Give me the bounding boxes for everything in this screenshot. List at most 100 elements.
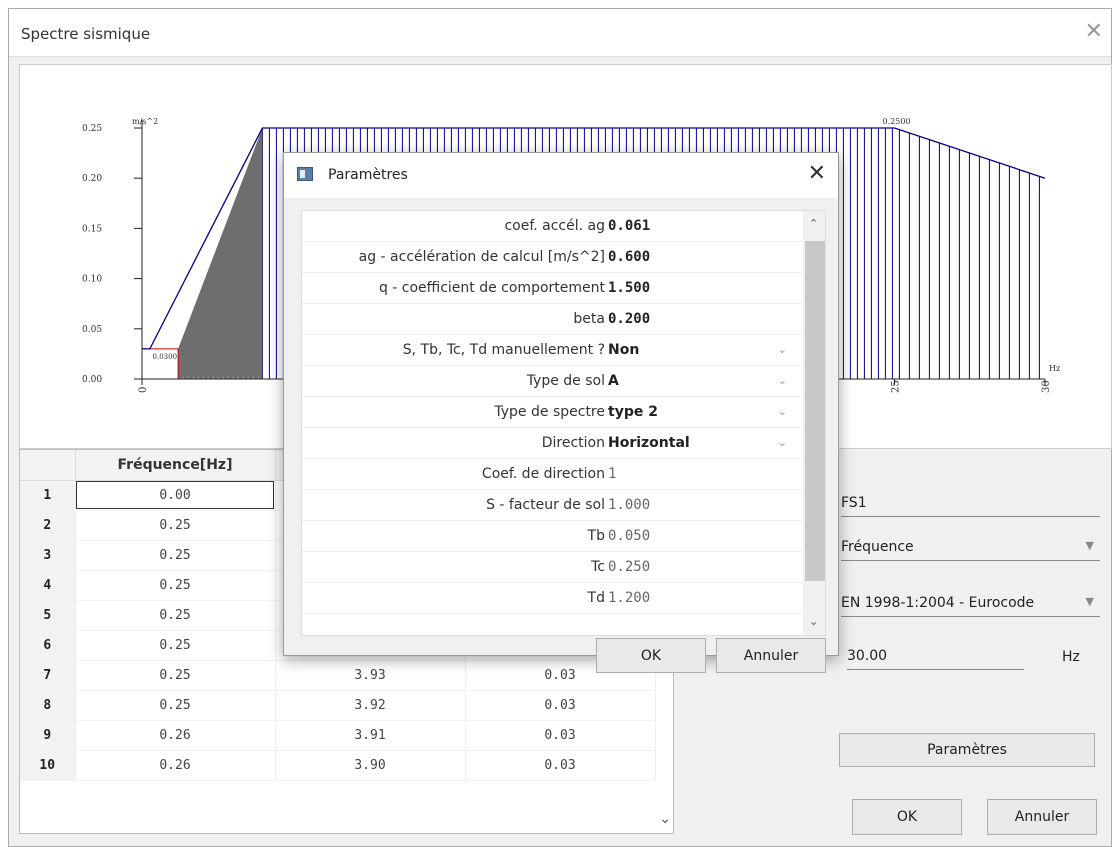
frequency-cell[interactable]: 0.25: [75, 600, 276, 631]
value-cell-2[interactable]: 3.91: [275, 720, 466, 751]
x-tick-label: 25: [891, 380, 902, 393]
row-number[interactable]: 4: [20, 570, 76, 601]
row-number[interactable]: 1: [20, 480, 76, 511]
parameter-row[interactable]: ag - accélération de calcul [m/s^2] 0.600: [302, 242, 802, 273]
parameter-row[interactable]: S - facteur de sol 1.000: [302, 490, 802, 521]
name-value: FS1: [841, 495, 867, 511]
chevron-down-icon[interactable]: ⌄: [778, 436, 787, 449]
parameter-row[interactable]: Td 1.200: [302, 583, 802, 614]
close-icon[interactable]: ✕: [1085, 19, 1103, 44]
parameter-row[interactable]: q - coefficient de comportement 1.500: [302, 273, 802, 304]
code-value: EN 1998-1:2004 - Eurocode: [841, 595, 1035, 611]
dialog-app-icon: [297, 167, 313, 181]
max-frequency-value: 30.00: [847, 648, 888, 664]
frequency-cell[interactable]: 0.25: [75, 690, 276, 721]
parameters-button[interactable]: Paramètres: [839, 733, 1095, 767]
table-row[interactable]: 8 0.25 3.92 0.03: [20, 690, 656, 721]
parameter-label: coef. accél. ag: [504, 218, 605, 234]
parameter-label: S - facteur de sol: [486, 497, 605, 513]
dialog-cancel-button[interactable]: Annuler: [716, 638, 826, 673]
dialog-ok-button[interactable]: OK: [596, 638, 706, 673]
ok-button[interactable]: OK: [852, 799, 962, 835]
parameter-row[interactable]: Tb 0.050: [302, 521, 802, 552]
parameter-value[interactable]: 0.600: [608, 249, 650, 265]
frequency-cell[interactable]: 0.26: [75, 750, 276, 781]
value-cell-2[interactable]: 3.93: [275, 660, 466, 691]
title-bar: Spectre sismique ✕: [9, 9, 1111, 57]
frequency-cell[interactable]: 0.00: [75, 480, 276, 511]
row-number[interactable]: 9: [20, 720, 76, 751]
scroll-down-icon[interactable]: ⌄: [809, 615, 818, 628]
row-number[interactable]: 2: [20, 510, 76, 541]
frequency-cell[interactable]: 0.25: [75, 540, 276, 571]
parameter-label: ag - accélération de calcul [m/s^2]: [358, 249, 605, 265]
x-tick-label: 30: [1041, 380, 1052, 393]
parameter-label: Coef. de direction: [481, 466, 605, 482]
name-field[interactable]: FS1: [841, 491, 1100, 517]
parameter-value: 1.000: [608, 497, 651, 513]
parameter-label: beta: [573, 311, 605, 327]
row-number[interactable]: 6: [20, 630, 76, 661]
col-header-frequency[interactable]: Fréquence[Hz]: [75, 450, 276, 481]
parameter-value[interactable]: 1.500: [608, 280, 650, 296]
row-number[interactable]: 8: [20, 690, 76, 721]
close-icon[interactable]: ✕: [808, 161, 826, 186]
parameter-value[interactable]: Non: [608, 342, 639, 358]
parameter-value[interactable]: 0.061: [608, 218, 650, 234]
table-row[interactable]: 10 0.26 3.90 0.03: [20, 750, 656, 781]
row-number[interactable]: 3: [20, 540, 76, 571]
frequency-unit: Hz: [1062, 649, 1080, 665]
y-tick-label: 0.15: [82, 224, 102, 234]
value-cell-3[interactable]: 0.03: [465, 690, 656, 721]
peak-annotation: 0.2500: [883, 117, 911, 126]
chevron-down-icon: ▼: [1085, 595, 1094, 608]
chevron-down-icon[interactable]: ⌄: [778, 405, 787, 418]
parameter-row[interactable]: Type de spectre type 2 ⌄: [302, 397, 802, 428]
row-number[interactable]: 7: [20, 660, 76, 691]
scroll-up-icon[interactable]: ⌃: [809, 217, 818, 230]
type-select[interactable]: Fréquence ▼: [841, 535, 1100, 561]
start-annotation: 0.0300: [153, 353, 178, 361]
chevron-down-icon[interactable]: ⌄: [778, 374, 787, 387]
frequency-cell[interactable]: 0.25: [75, 660, 276, 691]
parameter-row[interactable]: Tc 0.250: [302, 552, 802, 583]
table-row[interactable]: 7 0.25 3.93 0.03: [20, 660, 656, 691]
parameter-row[interactable]: coef. accél. ag 0.061: [302, 211, 802, 242]
parameter-row[interactable]: Type de sol A ⌄: [302, 366, 802, 397]
parameter-row[interactable]: S, Tb, Tc, Td manuellement ? Non ⌄: [302, 335, 802, 366]
table-row[interactable]: 9 0.26 3.91 0.03: [20, 720, 656, 751]
value-cell-3[interactable]: 0.03: [465, 720, 656, 751]
cancel-button[interactable]: Annuler: [987, 799, 1097, 835]
parameter-value[interactable]: Horizontal: [608, 435, 690, 451]
frequency-cell[interactable]: 0.25: [75, 570, 276, 601]
parameter-value[interactable]: 0.200: [608, 311, 650, 327]
parameter-label: Td: [587, 590, 605, 606]
chevron-down-icon[interactable]: ⌄: [778, 343, 787, 356]
value-cell-2[interactable]: 3.90: [275, 750, 466, 781]
scroll-down-icon[interactable]: ⌄: [659, 811, 671, 827]
spectrum-ramp-fill: [178, 128, 263, 379]
max-frequency-field[interactable]: 30.00: [847, 644, 1024, 670]
y-tick-label: 0.10: [82, 275, 102, 285]
y-axis-label: m/s^2: [132, 117, 158, 126]
frequency-cell[interactable]: 0.26: [75, 720, 276, 751]
parameter-row[interactable]: beta 0.200: [302, 304, 802, 335]
parameter-value[interactable]: type 2: [608, 404, 658, 420]
code-select[interactable]: EN 1998-1:2004 - Eurocode ▼: [841, 591, 1100, 617]
corner-header: [20, 450, 76, 481]
vertical-scrollbar[interactable]: ⌃ ⌄: [803, 211, 825, 635]
parameter-label: Type de sol: [526, 373, 605, 389]
parameter-label: S, Tb, Tc, Td manuellement ?: [402, 342, 605, 358]
parameter-label: Type de spectre: [494, 404, 605, 420]
row-number[interactable]: 10: [20, 750, 76, 781]
frequency-cell[interactable]: 0.25: [75, 510, 276, 541]
value-cell-2[interactable]: 3.92: [275, 690, 466, 721]
scrollbar-thumb[interactable]: [805, 241, 825, 581]
parameter-row[interactable]: Coef. de direction 1: [302, 459, 802, 490]
parameter-value[interactable]: A: [608, 373, 619, 389]
frequency-cell[interactable]: 0.25: [75, 630, 276, 661]
value-cell-3[interactable]: 0.03: [465, 750, 656, 781]
row-number[interactable]: 5: [20, 600, 76, 631]
parameter-row[interactable]: Direction Horizontal ⌄: [302, 428, 802, 459]
dialog-title-bar: Paramètres ✕: [284, 153, 838, 198]
